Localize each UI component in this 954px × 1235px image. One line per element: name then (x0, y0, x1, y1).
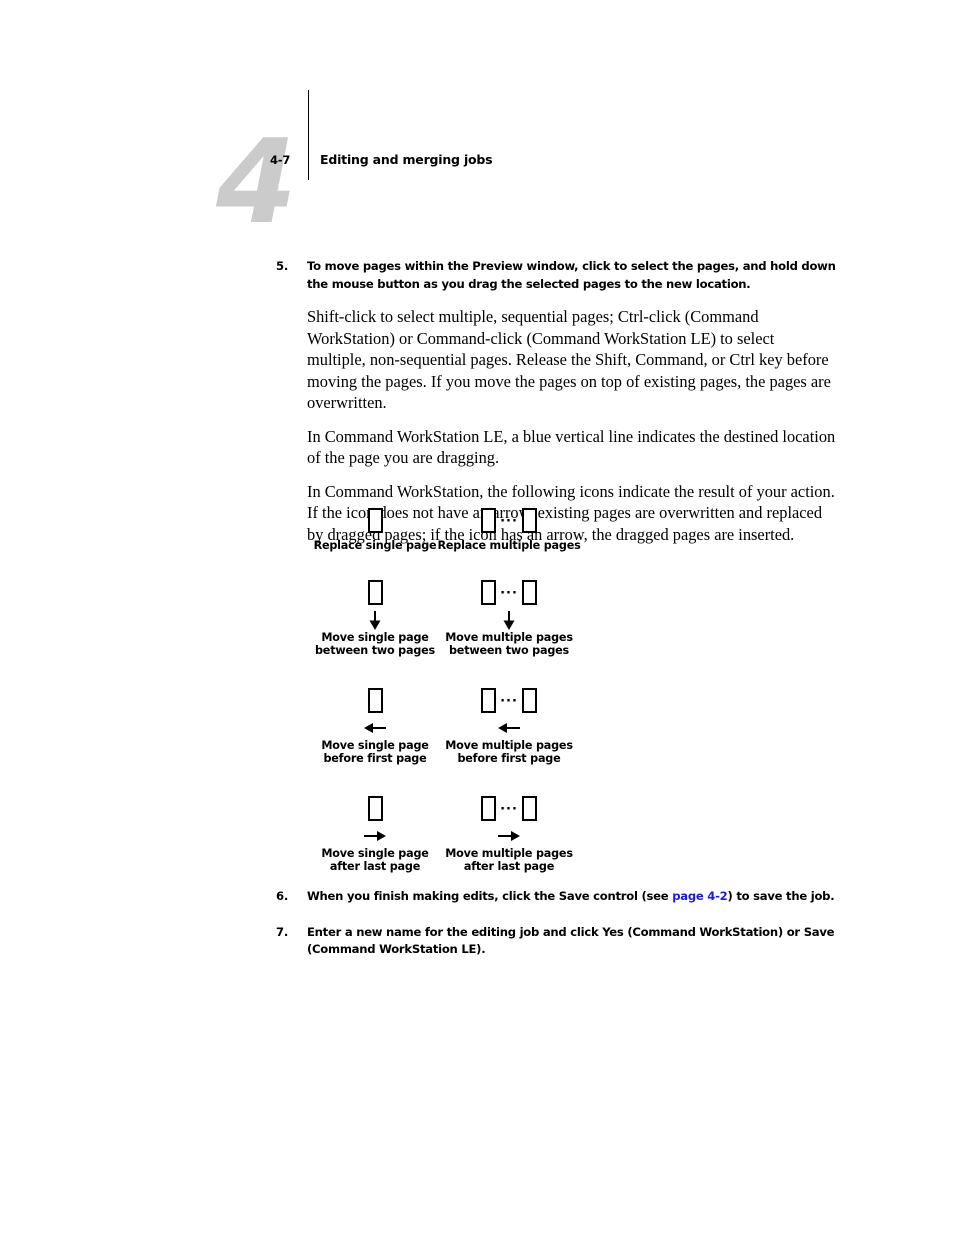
icon-row-between-two-pages: Move single page between two pages ··· M… (276, 580, 836, 688)
page-rect-shape-first (481, 688, 497, 713)
icon-caption-move-multiple-between: Move multiple pages between two pages (445, 631, 573, 657)
icon-cell-move-multiple-before: ··· Move multiple pages before first pag… (424, 688, 594, 765)
page-rect-multiple-icon: ··· (424, 508, 594, 538)
step-7-number: 7. (276, 924, 288, 939)
step-5-number: 5. (276, 259, 288, 273)
page-rect-shape-first (481, 580, 497, 605)
page-reference-link[interactable]: page 4-2 (672, 889, 728, 903)
step-5-text: To move pages within the Preview window,… (307, 259, 836, 291)
ellipsis-icon: ··· (500, 801, 518, 817)
page-rect-shape-last (521, 796, 537, 821)
page-rect-shape (367, 688, 383, 713)
step-5: 5. To move pages within the Preview wind… (276, 258, 836, 293)
page-rect-shape (367, 508, 383, 533)
page-rect-multiple-icon: ··· (424, 796, 594, 826)
arrow-down-icon (424, 610, 594, 630)
page-title: Editing and merging jobs (320, 152, 493, 167)
page-rect-shape-first (481, 508, 497, 533)
ellipsis-icon: ··· (500, 693, 518, 709)
closing-steps: 6. When you finish making edits, click th… (276, 888, 851, 977)
page-header: 4 4-7 Editing and merging jobs (0, 0, 954, 250)
arrow-left-icon (424, 718, 594, 738)
page-rect-shape-last (521, 688, 537, 713)
page-rect-multiple-icon: ··· (424, 688, 594, 718)
step-7: 7. Enter a new name for the editing job … (276, 924, 851, 959)
ellipsis-icon: ··· (500, 585, 518, 601)
icon-cell-move-multiple-after: ··· Move multiple pages after last page (424, 796, 594, 873)
header-divider-rule (308, 90, 309, 180)
step-6-text-after-link: ) to save the job. (727, 889, 835, 903)
icon-caption-replace-multiple: Replace multiple pages (437, 539, 581, 552)
page-rect-multiple-icon: ··· (424, 580, 594, 610)
step-6-text-before-link: When you finish making edits, click the … (307, 889, 673, 903)
chapter-number: 4 (216, 115, 297, 250)
paragraph-1: Shift-click to select multiple, sequenti… (307, 307, 831, 412)
icon-caption-move-multiple-before: Move multiple pages before first page (445, 739, 573, 765)
drag-result-icon-figure: Replace single page ··· Replace multiple… (276, 508, 836, 904)
step-7-text: Enter a new name for the editing job and… (307, 924, 835, 957)
page-rect-shape-last (521, 508, 537, 533)
page-rect-shape (367, 796, 383, 821)
paragraph-2: In Command WorkStation LE, a blue vertic… (307, 426, 836, 468)
arrow-right-icon (424, 826, 594, 846)
icon-caption-move-multiple-after: Move multiple pages after last page (445, 847, 573, 873)
ellipsis-icon: ··· (500, 513, 518, 529)
icon-row-before-first-page: Move single page before first page ··· M… (276, 688, 836, 796)
page-rect-shape-first (481, 796, 497, 821)
icon-row-replace: Replace single page ··· Replace multiple… (276, 508, 836, 580)
step-6-number: 6. (276, 889, 288, 903)
icon-cell-replace-multiple: ··· Replace multiple pages (424, 508, 594, 553)
icon-cell-move-multiple-between: ··· Move multiple pages between two page… (424, 580, 594, 657)
page-folio: 4-7 (270, 153, 291, 167)
step-6: 6. When you finish making edits, click th… (276, 888, 851, 906)
page-rect-shape (367, 580, 383, 605)
page-rect-shape-last (521, 580, 537, 605)
